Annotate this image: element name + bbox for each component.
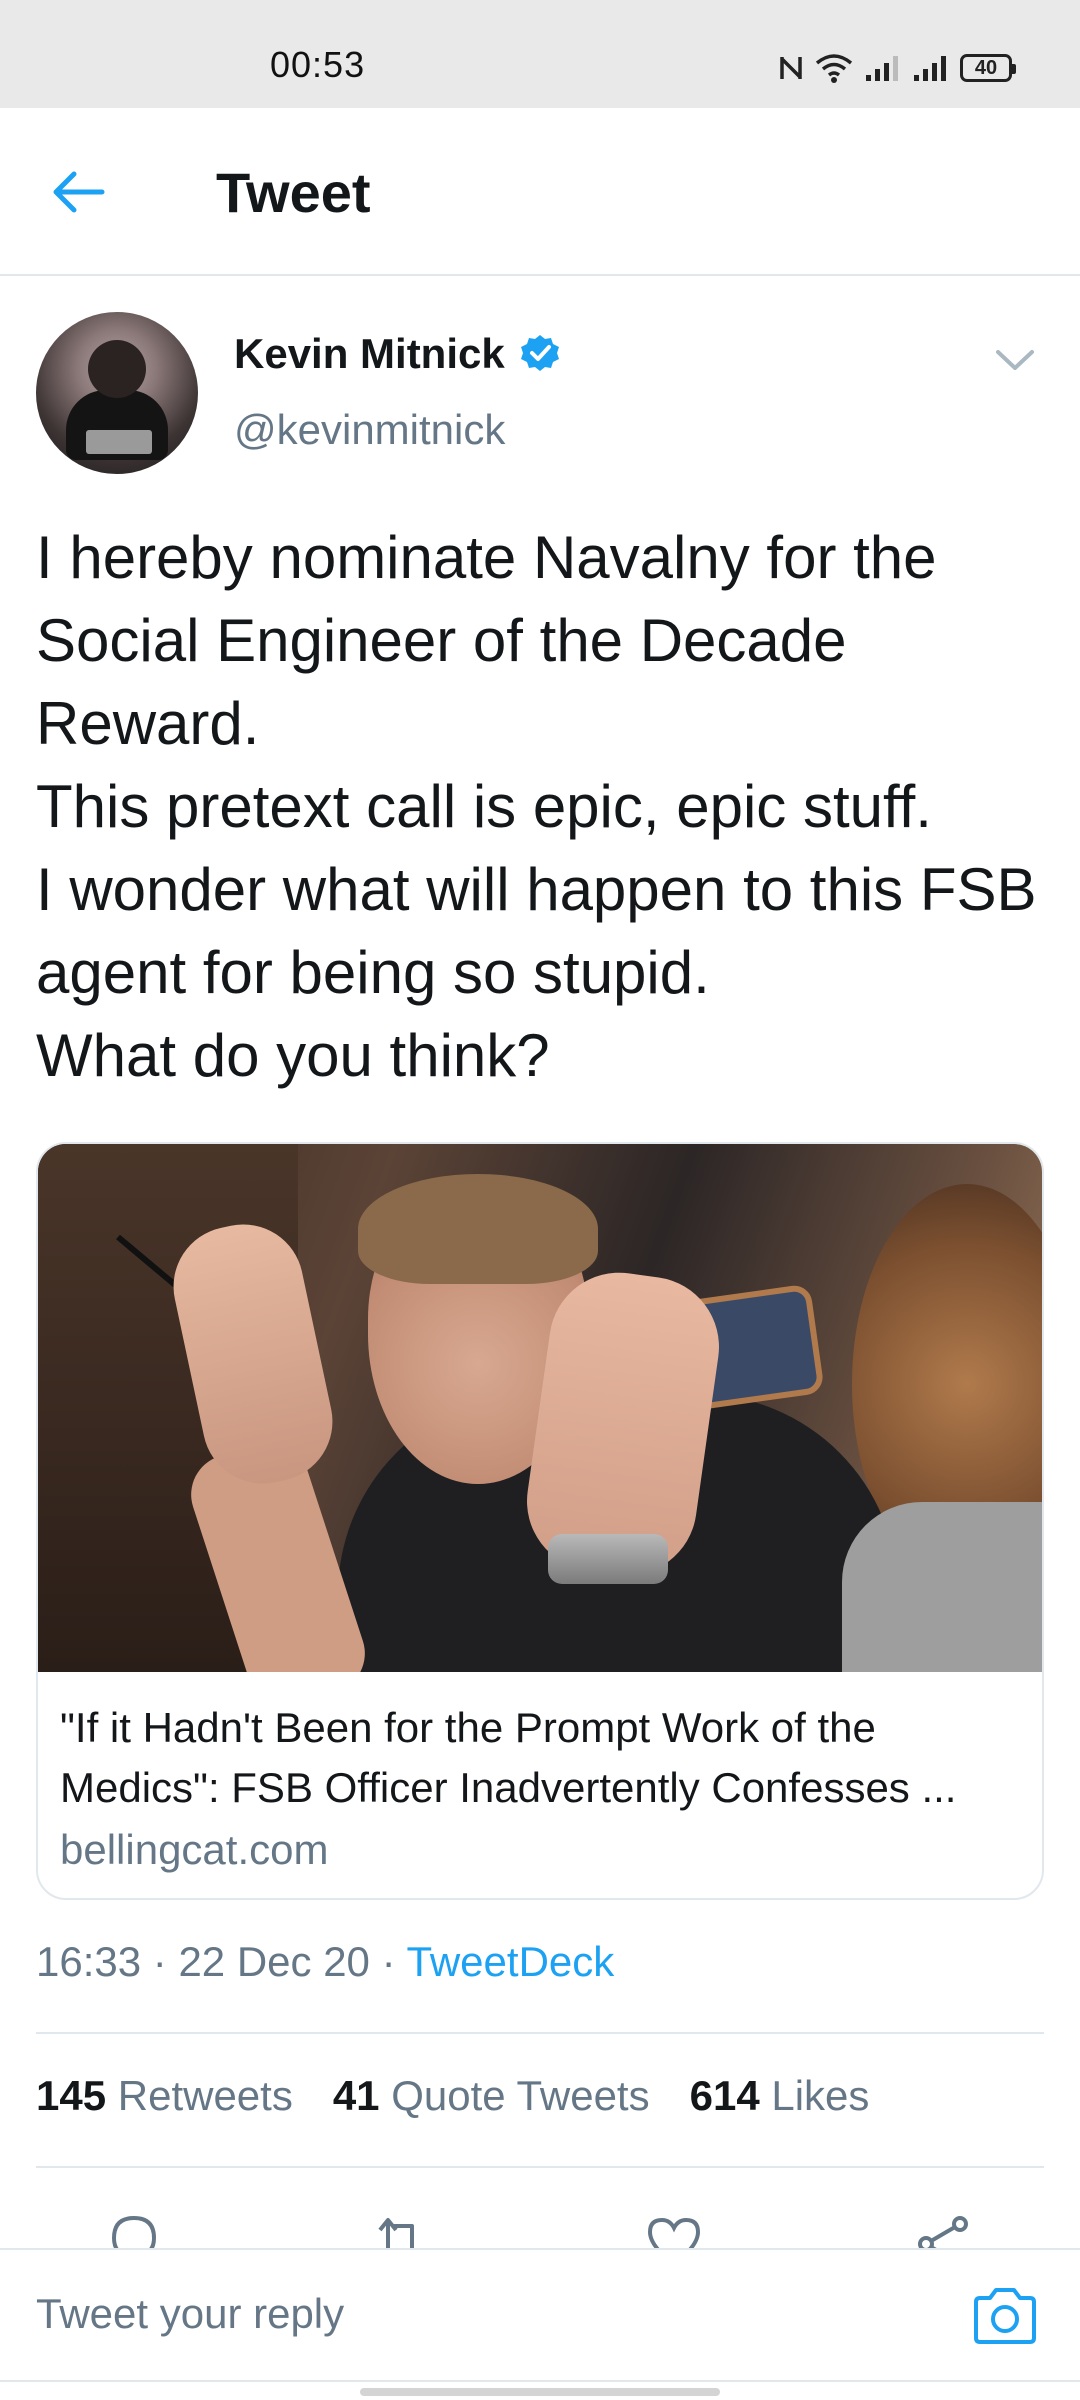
reply-bar: Tweet your reply <box>0 2248 1080 2380</box>
battery-icon: 40 <box>960 54 1016 82</box>
retweets-label: Retweets <box>117 2072 293 2119</box>
tweet-source-link[interactable]: TweetDeck <box>407 1938 615 1985</box>
likes-label: Likes <box>771 2072 870 2119</box>
quote-tweets-stat[interactable]: 41 Quote Tweets <box>333 2072 650 2120</box>
tweet-text: I hereby nominate Navalny for the Social… <box>36 524 1037 1089</box>
verified-badge-icon <box>520 335 559 371</box>
author-name: Kevin Mitnick <box>234 330 505 377</box>
card-title: "If it Hadn't Been for the Prompt Work o… <box>60 1704 957 1811</box>
likes-count: 614 <box>689 2072 760 2119</box>
card-domain: bellingcat.com <box>60 1826 329 1873</box>
tweet-actions <box>0 2204 1080 2252</box>
like-icon[interactable] <box>644 2212 704 2252</box>
reply-input[interactable]: Tweet your reply <box>36 2290 344 2338</box>
camera-icon[interactable] <box>970 2284 1040 2348</box>
meta-separator-2: · <box>381 1938 396 1985</box>
engagement-stats: 145 Retweets 41 Quote Tweets 614 Likes <box>36 2072 869 2120</box>
back-button[interactable] <box>50 160 120 224</box>
reply-icon[interactable] <box>104 2212 164 2252</box>
quote-tweets-label: Quote Tweets <box>391 2072 650 2119</box>
retweets-count: 145 <box>36 2072 107 2119</box>
divider <box>36 2032 1044 2034</box>
meta-separator: · <box>152 1938 167 1985</box>
tweet-meta: 16:33 · 22 Dec 20 · TweetDeck <box>36 1938 614 1986</box>
divider-2 <box>36 2166 1044 2168</box>
author-handle[interactable]: @kevinmitnick <box>234 406 505 454</box>
reply-divider <box>0 2380 1080 2382</box>
share-icon[interactable] <box>914 2212 974 2252</box>
author-name-row[interactable]: Kevin Mitnick <box>234 330 561 378</box>
status-time: 00:53 <box>270 44 366 85</box>
avatar-head <box>88 340 146 398</box>
status-bar: 00:53 40 <box>0 0 1080 108</box>
status-icons: 40 <box>778 48 1016 88</box>
retweets-stat[interactable]: 145 Retweets <box>36 2072 293 2120</box>
card-body: "If it Hadn't Been for the Prompt Work o… <box>38 1672 1042 1880</box>
card-image <box>38 1144 1042 1672</box>
wifi-icon <box>815 54 853 83</box>
link-card[interactable]: "If it Hadn't Been for the Prompt Work o… <box>36 1142 1044 1900</box>
top-app-bar: Tweet <box>0 108 1080 276</box>
tweet-time: 16:33 <box>36 1938 142 1985</box>
avatar-laptop <box>86 430 152 454</box>
retweet-icon[interactable] <box>370 2212 430 2252</box>
chevron-down-icon[interactable] <box>990 340 1040 380</box>
quote-tweets-count: 41 <box>332 2072 380 2119</box>
home-indicator[interactable] <box>360 2388 720 2396</box>
author-avatar[interactable] <box>36 312 198 474</box>
nfc-icon <box>780 57 802 79</box>
signal-icon-2 <box>914 56 946 81</box>
page-title: Tweet <box>216 161 371 224</box>
tweet-date: 22 Dec 20 <box>178 1938 370 1985</box>
back-arrow-icon <box>53 171 105 213</box>
likes-stat[interactable]: 614 Likes <box>690 2072 870 2120</box>
signal-icon <box>866 56 898 81</box>
